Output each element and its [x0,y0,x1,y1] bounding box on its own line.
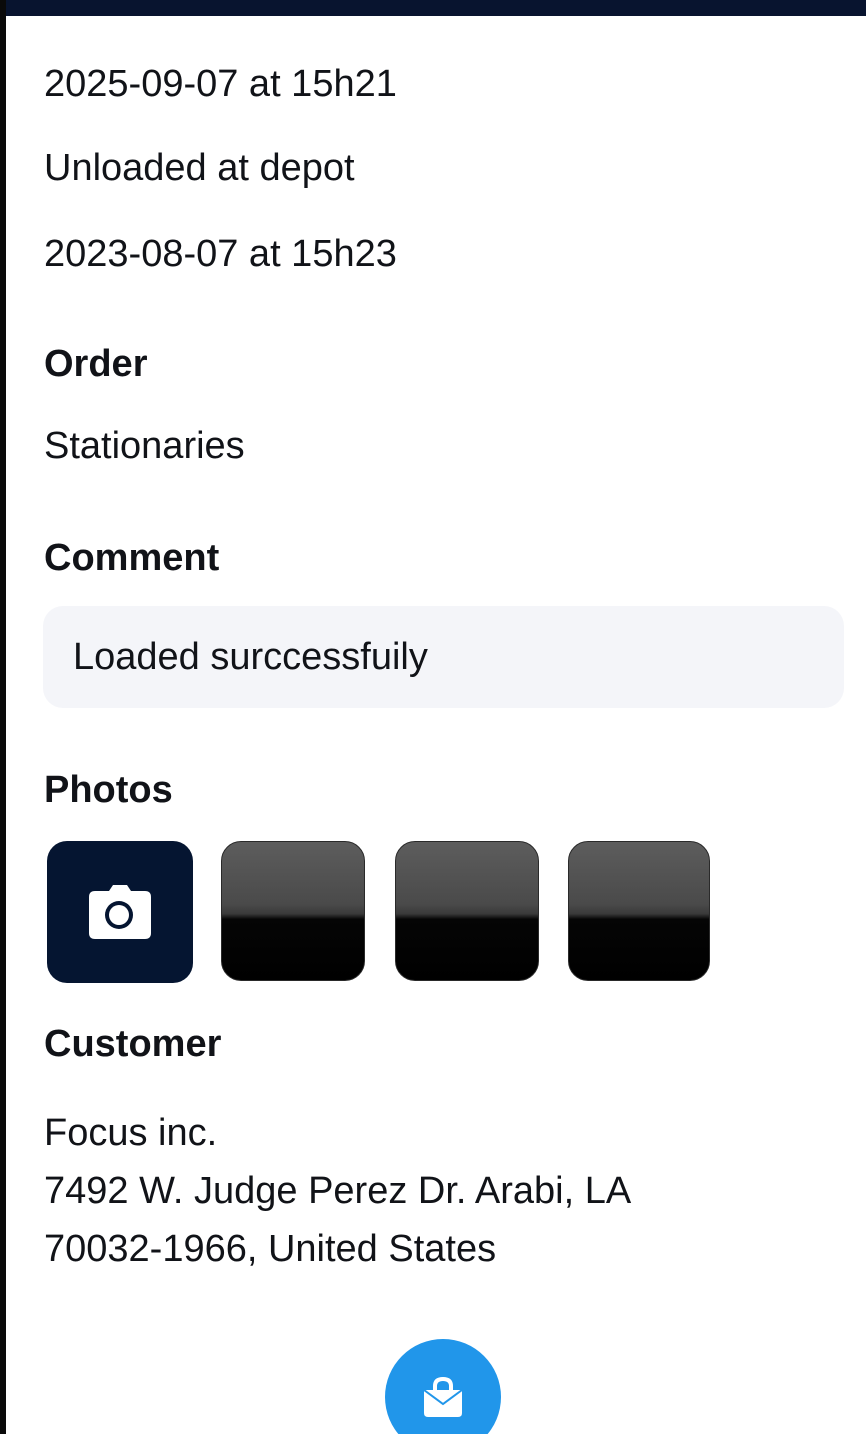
customer-address-line2: 70032-1966, United States [44,1228,497,1270]
customer-name: Focus inc. [44,1112,218,1154]
comment-heading: Comment [44,537,220,579]
add-photo-button[interactable] [47,841,193,983]
photos-heading: Photos [44,769,173,811]
customer-address-line1: 7492 W. Judge Perez Dr. Arabi, LA [44,1170,632,1212]
shopping-bag-icon [423,1377,463,1417]
top-app-bar [0,0,866,16]
comment-text: Loaded surccessfuily [73,636,428,678]
screen-left-edge [0,0,6,1434]
status-text: Unloaded at depot [44,147,355,189]
customer-heading: Customer [44,1023,222,1065]
order-heading: Order [44,343,148,385]
second-timestamp: 2023-08-07 at 15h23 [44,233,397,275]
photo-thumbnail[interactable] [221,841,365,981]
first-timestamp: 2025-09-07 at 15h21 [44,63,397,105]
camera-icon [89,885,151,939]
customer-details: Focus inc. 7492 W. Judge Perez Dr. Arabi… [44,1104,631,1278]
floating-action-button[interactable] [385,1339,501,1434]
order-value: Stationaries [44,425,245,467]
comment-field[interactable]: Loaded surccessfuily [43,606,844,708]
photo-thumbnail[interactable] [568,841,710,981]
photo-thumbnail[interactable] [395,841,539,981]
order-detail-screen: 2025-09-07 at 15h21 Unloaded at depot 20… [0,0,866,1434]
